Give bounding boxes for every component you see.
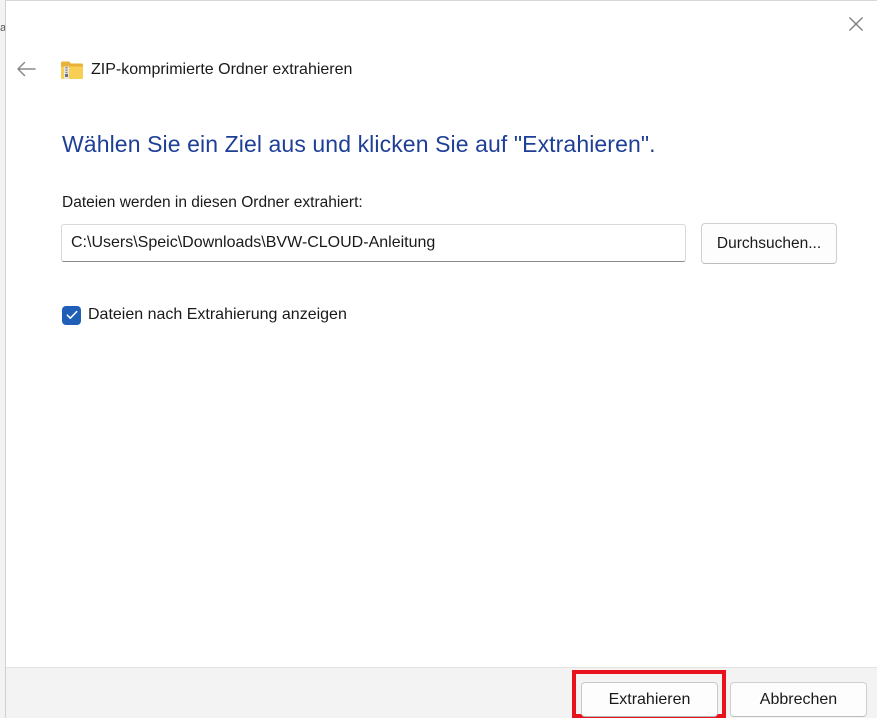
close-icon: [849, 17, 863, 31]
screen: a ZIP-komprimierte Ordner extrahieren Wä…: [0, 0, 877, 718]
destination-folder-label: Dateien werden in diesen Ordner extrahie…: [62, 194, 363, 211]
back-button[interactable]: [12, 55, 40, 83]
zip-folder-icon: [61, 61, 83, 79]
dialog-title: ZIP-komprimierte Ordner extrahieren: [91, 61, 353, 78]
checkmark-icon: [66, 310, 77, 319]
close-button[interactable]: [841, 9, 871, 39]
show-files-label: Dateien nach Extrahierung anzeigen: [88, 306, 347, 323]
show-files-checkbox[interactable]: [62, 305, 81, 325]
instruction-heading: Wählen Sie ein Ziel aus und klicken Sie …: [62, 131, 656, 157]
extract-dialog: ZIP-komprimierte Ordner extrahieren Wähl…: [5, 0, 877, 718]
cancel-button[interactable]: Abbrechen: [730, 682, 867, 717]
arrow-left-icon: [17, 61, 36, 77]
dialog-title-row: ZIP-komprimierte Ordner extrahieren: [60, 58, 352, 82]
show-files-checkbox-row[interactable]: Dateien nach Extrahierung anzeigen: [62, 304, 347, 326]
dialog-footer: Extrahieren Abbrechen: [6, 667, 877, 718]
browse-button[interactable]: Durchsuchen...: [701, 223, 837, 264]
destination-path-input[interactable]: [61, 224, 686, 262]
extract-button[interactable]: Extrahieren: [581, 682, 718, 717]
